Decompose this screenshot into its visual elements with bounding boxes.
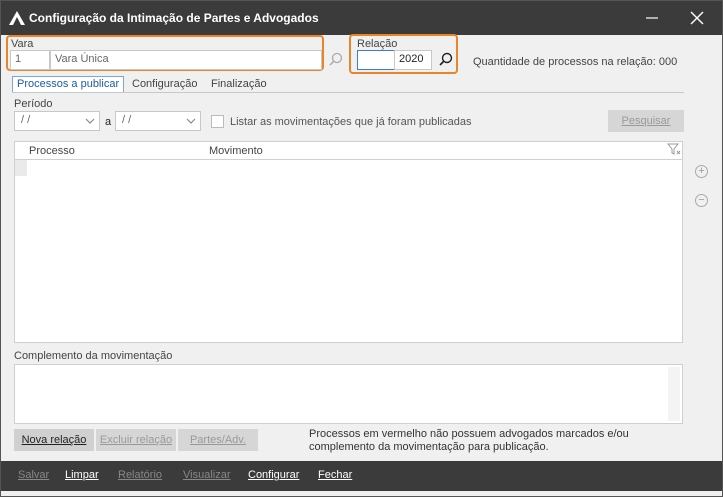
window-title: Configuração da Intimação de Partes e Ad… [29,11,319,25]
minimize-icon [646,17,658,19]
tab-divider [12,92,684,93]
bottom-menu-bar: Salvar Limpar Relatório Visualizar Confi… [1,461,722,491]
row-indicator [15,160,27,176]
dialog-window: Configuração da Intimação de Partes e Ad… [0,0,723,497]
periodo-from-value: / / [21,114,31,126]
limpar-button[interactable]: Limpar [65,469,99,481]
fechar-button[interactable]: Fechar [318,469,352,481]
periodo-to-value: / / [122,114,132,126]
complemento-textarea[interactable] [14,364,683,424]
vara-label: Vara [11,38,34,50]
app-logo-icon [9,11,25,25]
info-text-line2: complemento da movimentação para publica… [309,441,549,453]
relacao-number-field[interactable] [357,50,395,70]
info-text-line1: Processos em vermelho não possuem advoga… [309,428,629,440]
filter-icon[interactable] [667,142,681,156]
close-button[interactable] [687,9,707,27]
listar-checkbox[interactable] [211,115,224,128]
relacao-quantity-text: Quantidade de processos na relação: 000 [473,56,678,68]
pesquisar-button[interactable]: Pesquisar [608,110,684,132]
partes-adv-button[interactable]: Partes/Adv. [178,429,258,451]
excluir-relacao-button[interactable]: Excluir relação [96,429,176,451]
periodo-label: Período [14,98,53,110]
complemento-label: Complemento da movimentação [14,350,173,362]
title-bar: Configuração da Intimação de Partes e Ad… [1,1,722,35]
add-icon[interactable]: + [695,165,708,178]
relatorio-button[interactable]: Relatório [118,469,162,481]
salvar-button[interactable]: Salvar [18,469,49,481]
grid-header: Processo Movimento [15,142,682,160]
processos-grid[interactable]: Processo Movimento [14,141,683,343]
periodo-separator: a [105,116,112,128]
close-icon [690,11,704,25]
periodo-from-date[interactable]: / / [14,111,100,131]
listar-checkbox-label: Listar as movimentações que já foram pub… [230,116,472,128]
configurar-button[interactable]: Configurar [248,469,299,481]
relacao-year-field[interactable]: 2020 [394,50,432,70]
minimize-button[interactable] [642,9,662,27]
column-processo[interactable]: Processo [29,145,75,157]
column-movimento[interactable]: Movimento [209,145,263,157]
visualizar-button[interactable]: Visualizar [183,469,231,481]
vara-code-field[interactable]: 1 [10,50,50,70]
memo-scrollbar[interactable] [668,367,680,421]
chevron-down-icon [186,118,196,124]
vara-name-field[interactable]: Vara Única [50,50,322,70]
chevron-down-icon [85,118,95,124]
tab-processos-a-publicar[interactable]: Processos a publicar [12,76,125,93]
relacao-label: Relação [357,38,398,50]
vara-search-icon[interactable] [329,52,343,66]
remove-icon[interactable]: − [695,194,708,207]
periodo-to-date[interactable]: / / [115,111,201,131]
nova-relacao-button[interactable]: Nova relação [14,429,94,451]
relacao-search-icon[interactable] [439,52,453,66]
